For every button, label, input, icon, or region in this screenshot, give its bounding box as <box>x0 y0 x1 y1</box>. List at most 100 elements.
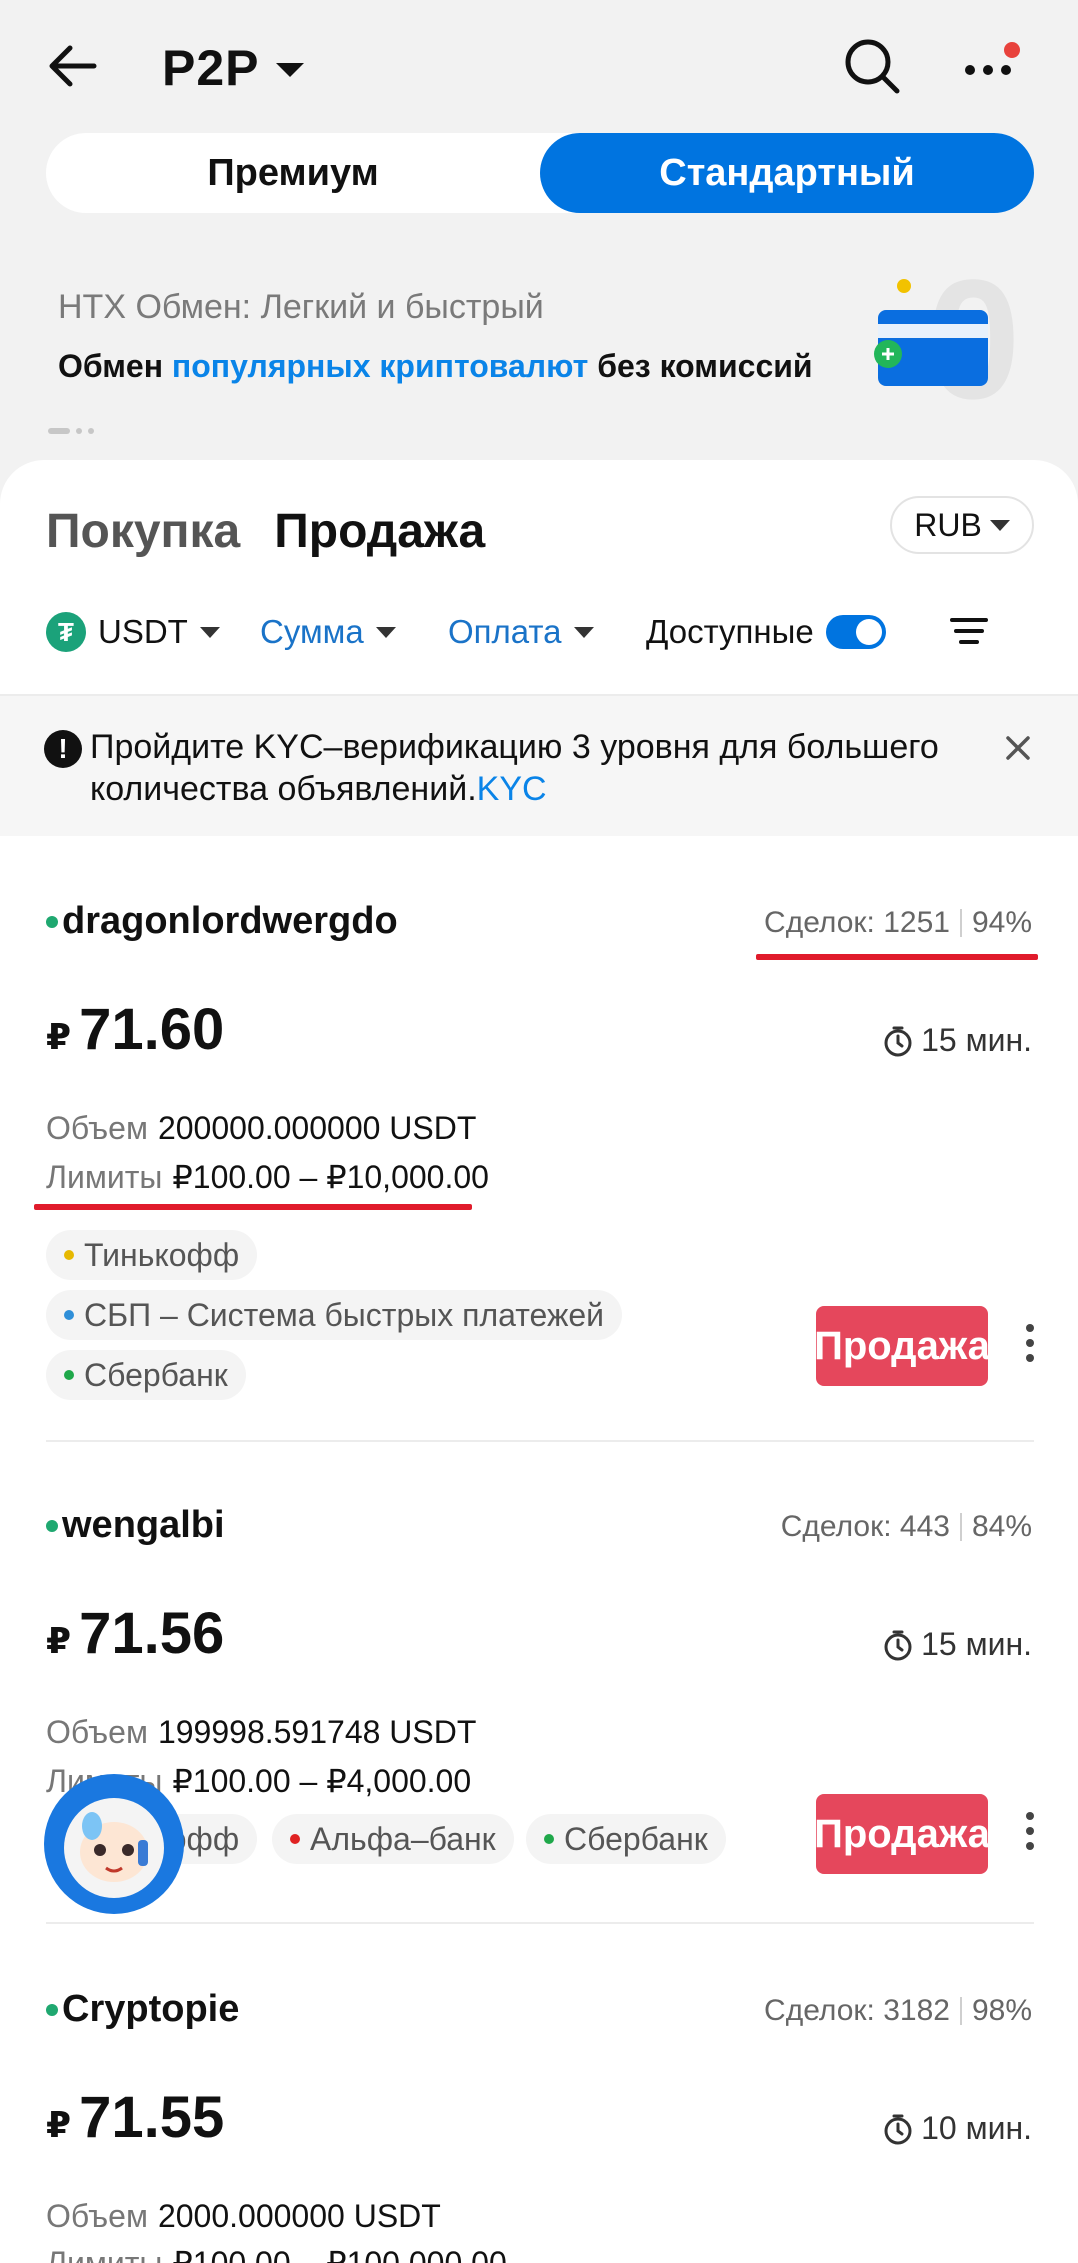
stat-separator <box>959 1997 962 2025</box>
merchant-name-label: dragonlordwergdo <box>62 900 398 942</box>
support-avatar[interactable] <box>44 1774 184 1914</box>
back-arrow-icon[interactable] <box>44 38 100 94</box>
payment-chip-label: Сбербанк <box>564 1820 708 1857</box>
payment-color-dot <box>64 1250 74 1260</box>
close-icon[interactable] <box>1000 730 1036 766</box>
payment-color-dot <box>64 1310 74 1320</box>
filter-sort-icon[interactable] <box>944 606 994 656</box>
stat-separator <box>959 909 962 937</box>
completion-rate: 84% <box>971 1510 1032 1543</box>
amount-filter[interactable]: Сумма <box>260 613 448 651</box>
payment-chip: Тинькофф <box>46 1230 258 1280</box>
offer-price: ₽ 71.60 <box>46 996 224 1063</box>
market-selector[interactable]: P2P <box>162 38 304 98</box>
offer-price: ₽ 71.55 <box>46 2084 224 2151</box>
merchant-name[interactable]: wengalbi <box>46 1504 225 1547</box>
price-currency: ₽ <box>46 1620 72 1661</box>
page-title: P2P <box>162 40 260 96</box>
merchant-name-label: wengalbi <box>62 1504 225 1546</box>
offer-price: ₽ 71.56 <box>46 1600 224 1667</box>
kyc-link[interactable]: KYC <box>477 770 547 808</box>
annotation-underline <box>34 1204 472 1210</box>
deals-count: Сделок: 3182 <box>764 1994 950 2027</box>
fiat-currency-select[interactable]: RUB <box>890 496 1034 554</box>
payment-time-label: 15 мин. <box>921 1022 1032 1058</box>
limits-label: Лимиты <box>46 1159 163 1195</box>
stat-separator <box>959 1513 962 1541</box>
limits-value: ₽100.00 – ₽4,000.00 <box>172 1763 472 1799</box>
payment-chip: Альфа–банк <box>272 1814 514 1864</box>
segment-premium[interactable]: Премиум <box>46 133 540 213</box>
volume-label: Объем <box>46 1714 148 1750</box>
available-filter: Доступные <box>646 613 886 651</box>
alert-icon: ! <box>44 730 82 768</box>
top-bar: P2P <box>0 0 1078 135</box>
search-icon[interactable] <box>842 36 902 96</box>
deals-count: Сделок: 1251 <box>764 906 950 939</box>
payment-time: 10 мин. <box>883 2110 1032 2147</box>
payment-chip-label: СБП – Система быстрых платежей <box>84 1296 605 1333</box>
more-vertical-icon[interactable] <box>1022 1318 1038 1368</box>
segment-standard[interactable]: Стандартный <box>540 133 1034 213</box>
promo-banner[interactable]: HTX Обмен: Легкий и быстрый Обмен популя… <box>0 260 1078 460</box>
tab-buy[interactable]: Покупка <box>46 504 240 559</box>
offer-card: dragonlordwergdo Сделок: 1251 94% ₽ 71.6… <box>0 900 1078 1400</box>
amount-filter-label: Сумма <box>260 613 364 650</box>
volume-value: 199998.591748 USDT <box>157 1714 477 1750</box>
price-currency: ₽ <box>46 2104 72 2145</box>
usdt-coin-icon: ₮ <box>46 612 86 652</box>
asset-filter-label: USDT <box>98 613 188 650</box>
more-vertical-icon[interactable] <box>1022 1806 1038 1856</box>
completion-rate: 98% <box>971 1994 1032 2027</box>
offer-volume: Объем 199998.591748 USDT <box>46 1714 476 1751</box>
offer-card: Cryptopie Сделок: 3182 98% ₽ 71.55 10 ми… <box>0 1988 1078 2263</box>
chevron-down-icon <box>199 626 220 638</box>
payment-color-dot <box>64 1370 74 1380</box>
timer-icon <box>884 1630 912 1660</box>
trade-tabs: Покупка Продажа <box>46 504 485 559</box>
merchant-name[interactable]: dragonlordwergdo <box>46 900 398 943</box>
sell-button[interactable]: Продажа <box>814 1794 990 1874</box>
banner-subtitle: HTX Обмен: Легкий и быстрый <box>58 288 544 326</box>
payment-color-dot <box>290 1834 300 1844</box>
merchant-name[interactable]: Cryptopie <box>46 1988 239 2031</box>
available-filter-label: Доступные <box>646 613 814 650</box>
limits-label: Лимиты <box>46 2245 163 2263</box>
volume-label: Объем <box>46 1110 148 1146</box>
timer-icon <box>884 1026 912 1056</box>
deals-count: Сделок: 443 <box>780 1510 950 1543</box>
online-status-dot <box>46 915 58 928</box>
banner-headline-highlight: популярных криптовалют <box>171 348 589 384</box>
offer-limits: Лимиты ₽100.00 – ₽10,000.00 <box>46 1158 489 1196</box>
online-status-dot <box>46 2003 58 2016</box>
chevron-down-icon <box>275 63 304 77</box>
payment-chip-label: Сбербанк <box>84 1356 228 1393</box>
banner-headline-suffix: без комиссий <box>588 348 813 384</box>
payment-color-dot <box>544 1834 554 1844</box>
available-toggle[interactable] <box>825 615 886 649</box>
completion-rate: 94% <box>971 906 1032 939</box>
merchant-stats: Сделок: 443 84% <box>781 1510 1032 1544</box>
chevron-down-icon <box>573 626 594 638</box>
notification-dot-icon <box>1004 42 1020 58</box>
mode-toggle: Премиум Стандартный <box>46 133 1034 213</box>
fiat-currency-label: RUB <box>914 506 982 543</box>
asset-filter[interactable]: ₮ USDT <box>46 612 260 652</box>
price-currency: ₽ <box>46 1016 72 1057</box>
payment-chip-label: Альфа–банк <box>310 1820 496 1857</box>
volume-value: 200000.000000 USDT <box>157 1110 477 1146</box>
banner-pager <box>48 428 94 434</box>
payment-methods: Тинькофф СБП – Система быстрых платежей … <box>46 1230 806 1400</box>
sell-button[interactable]: Продажа <box>814 1306 990 1386</box>
banner-headline: Обмен популярных криптовалют без комисси… <box>58 348 813 385</box>
payment-filter[interactable]: Оплата <box>448 613 646 651</box>
card-illustration-icon: 0 <box>874 260 1021 420</box>
payment-time: 15 мин. <box>883 1626 1032 1663</box>
tab-sell[interactable]: Продажа <box>274 504 485 559</box>
online-status-dot <box>46 1519 58 1532</box>
more-options-icon[interactable] <box>962 40 1028 96</box>
astronaut-mascot-icon <box>46 1776 182 1912</box>
timer-icon <box>884 2114 912 2144</box>
kyc-notice: ! Пройдите KYC–верификацию 3 уровня для … <box>0 696 1078 836</box>
payment-chip: Сбербанк <box>526 1814 726 1864</box>
